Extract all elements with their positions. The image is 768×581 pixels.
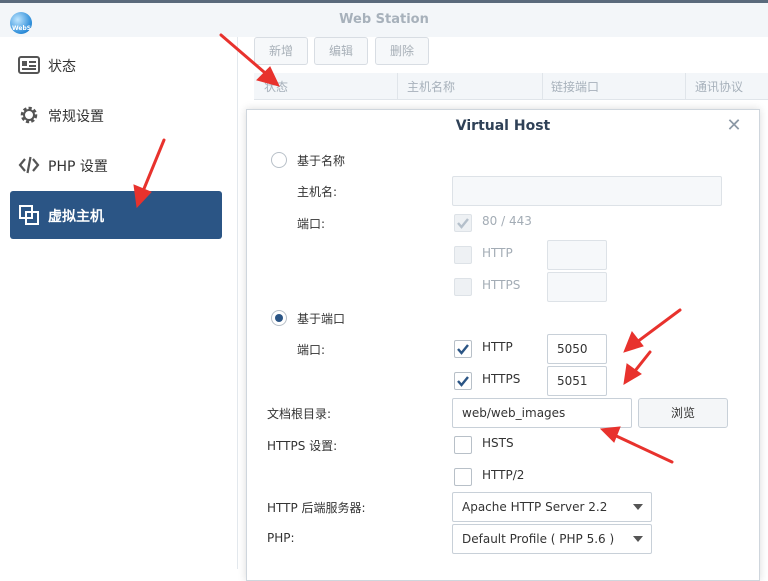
annotation-arrowhead: [599, 426, 621, 443]
annotation-arrows: [133, 33, 682, 464]
annotation-arrowhead: [133, 184, 152, 209]
annotation-arrow: [631, 308, 682, 347]
annotation-arrowhead: [623, 331, 644, 353]
annotation-arrow: [139, 138, 166, 198]
annotation-arrow: [219, 33, 273, 80]
annotation-arrow: [610, 432, 674, 464]
